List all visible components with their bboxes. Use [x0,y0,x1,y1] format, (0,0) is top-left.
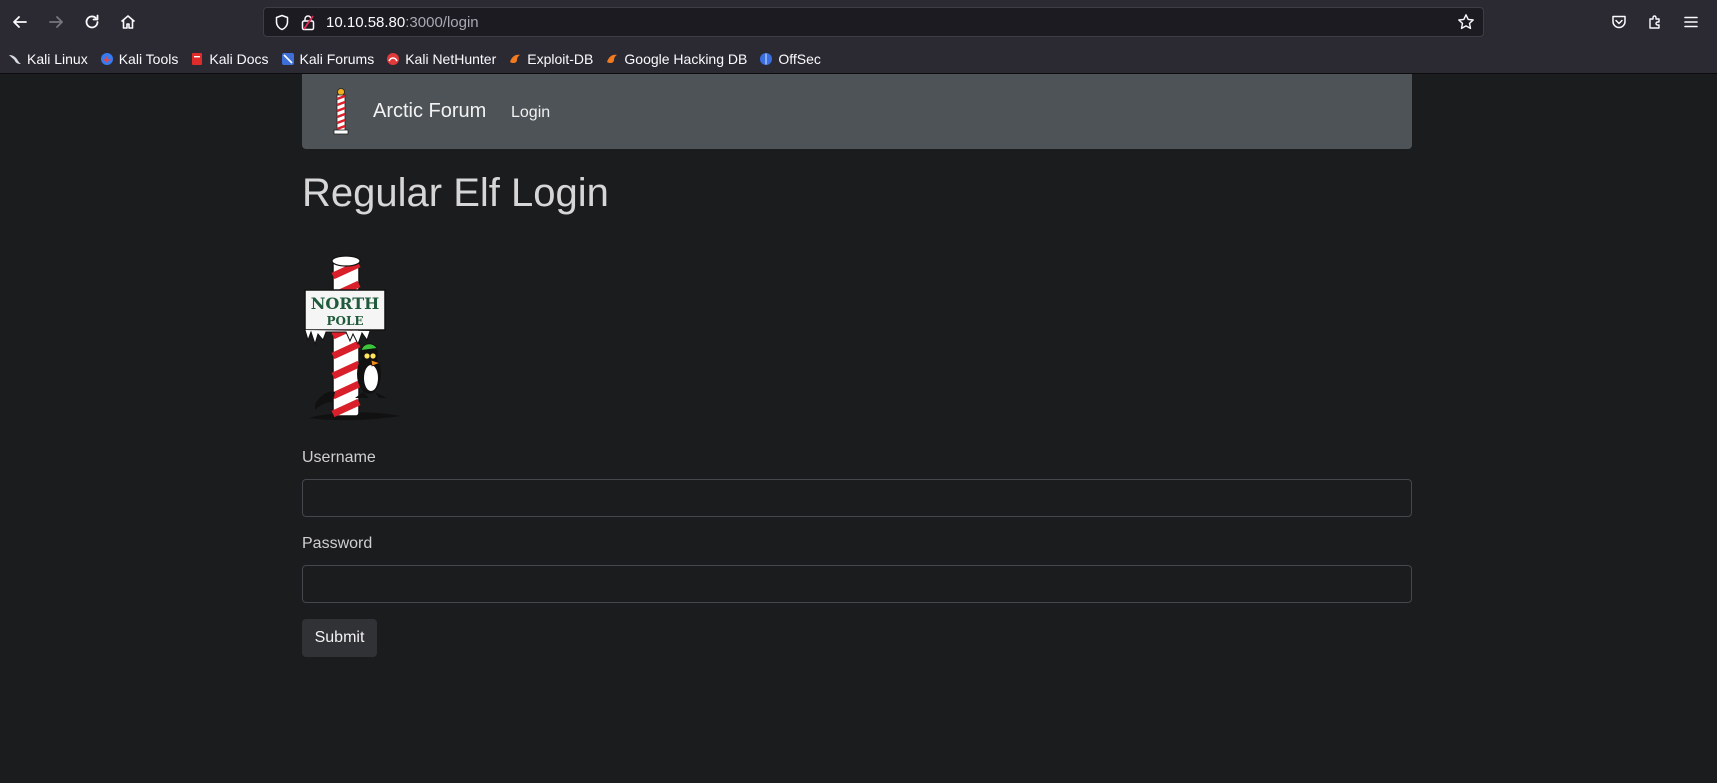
extensions-icon[interactable] [1641,8,1669,36]
brand-name[interactable]: Arctic Forum [373,100,486,123]
nethunter-icon [386,52,400,66]
north-pole-image: NORTH POLE [301,254,405,427]
lock-icon[interactable] [301,14,315,36]
browser-toolbar: 10.10.58.80:3000/login [0,0,1717,44]
page-title: Regular Elf Login [302,171,609,215]
nav-login-link[interactable]: Login [511,104,550,122]
reload-icon[interactable] [78,8,106,36]
back-icon[interactable] [6,8,34,36]
ghdb-icon [605,52,619,66]
kali-docs-icon [190,52,204,66]
home-icon[interactable] [114,8,142,36]
offsec-icon [759,52,773,66]
menu-icon[interactable] [1677,8,1705,36]
pocket-icon[interactable] [1605,8,1633,36]
exploitdb-icon [508,52,522,66]
bookmark-kali-tools[interactable]: Kali Tools [100,51,178,67]
bookmarks-toolbar: Kali Linux Kali Tools Kali Docs Kali For… [0,44,1717,74]
north-pole-logo-icon[interactable] [332,88,350,141]
star-icon[interactable] [1457,13,1475,36]
sign-north-text: NORTH [311,294,380,313]
username-input[interactable] [302,479,1412,517]
username-label: Username [302,449,376,466]
site-navbar: Arctic Forum Login [302,74,1412,149]
bookmark-kali-docs[interactable]: Kali Docs [190,51,269,67]
kali-tools-icon [100,52,114,66]
bookmark-exploit-db[interactable]: Exploit-DB [508,51,593,67]
url-text: 10.10.58.80:3000/login [326,14,479,31]
bookmark-google-hacking-db[interactable]: Google Hacking DB [605,51,747,67]
kali-dragon-icon [8,52,22,66]
forward-icon[interactable] [42,8,70,36]
bookmark-kali-nethunter[interactable]: Kali NetHunter [386,51,496,67]
password-input[interactable] [302,565,1412,603]
bookmark-kali-linux[interactable]: Kali Linux [8,51,88,67]
bookmark-kali-forums[interactable]: Kali Forums [281,51,374,67]
password-label: Password [302,535,373,552]
bookmark-offsec[interactable]: OffSec [759,51,821,67]
kali-forums-icon [281,52,295,66]
submit-button[interactable]: Submit [302,619,377,657]
address-bar[interactable]: 10.10.58.80:3000/login [263,7,1484,37]
shield-icon[interactable] [274,14,290,36]
sign-pole-text: POLE [326,314,363,328]
